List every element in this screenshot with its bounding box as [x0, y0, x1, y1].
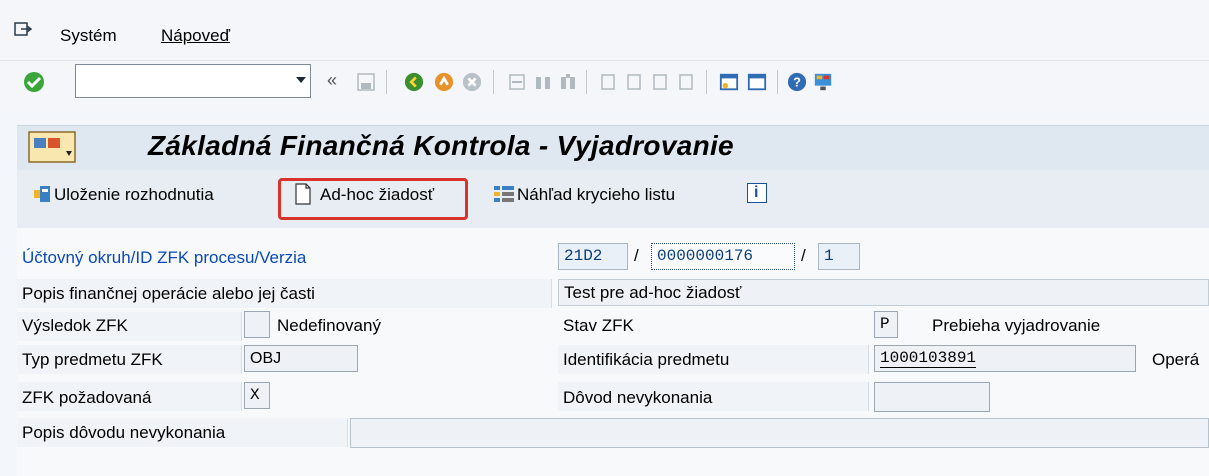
subject-id-label: Identifikácia predmetu: [563, 350, 730, 369]
command-field[interactable]: [75, 64, 311, 98]
separator-slash: /: [801, 246, 806, 265]
toolbar-separator: [386, 70, 387, 94]
process-id-field[interactable]: 0000000176: [651, 243, 795, 270]
description-field[interactable]: Test pre ad-hoc žiadosť: [558, 279, 1209, 306]
status-text: Prebieha vyjadrovanie: [932, 316, 1101, 335]
status-label: Stav ZFK: [563, 316, 634, 335]
first-page-icon[interactable]: [598, 72, 618, 92]
subject-type-label: Typ predmetu ZFK: [22, 350, 163, 369]
save-icon[interactable]: [356, 72, 376, 92]
menu-settings-icon[interactable]: [28, 131, 76, 163]
result-code-field[interactable]: [244, 311, 270, 338]
info-icon: i: [754, 184, 759, 201]
result-text: Nedefinovaný: [277, 316, 381, 335]
operation-label: Operá: [1152, 350, 1200, 369]
svg-text:?: ?: [793, 75, 801, 90]
create-session-icon[interactable]: [718, 72, 740, 92]
previous-page-icon[interactable]: [624, 72, 644, 92]
find-icon[interactable]: [533, 72, 553, 92]
required-field[interactable]: X: [244, 382, 270, 409]
reason-description-field[interactable]: [350, 418, 1209, 448]
help-icon[interactable]: ?: [786, 72, 808, 92]
version-field[interactable]: 1: [818, 243, 860, 270]
toolbar-separator: [706, 70, 707, 94]
result-label: Výsledok ZFK: [22, 316, 128, 335]
description-label: Popis finančnej operácie alebo jej časti: [22, 284, 315, 303]
company-code-field[interactable]: 21D2: [558, 243, 628, 270]
menu-bar: Systém Nápoveď: [0, 0, 1209, 61]
separator-slash: /: [634, 246, 639, 265]
cancel-icon[interactable]: [461, 72, 483, 92]
page-title: Základná Finančná Kontrola - Vyjadrovani…: [148, 130, 734, 161]
exit-icon[interactable]: [433, 72, 455, 92]
toolbar-separator: [777, 70, 778, 94]
status-code-field[interactable]: P: [874, 311, 898, 338]
list-preview-icon: [494, 186, 514, 202]
toolbar-separator: [493, 70, 494, 94]
reason-field[interactable]: [874, 382, 990, 412]
next-page-icon[interactable]: [650, 72, 670, 92]
find-next-icon[interactable]: [558, 72, 578, 92]
adhoc-request-label: Ad-hoc žiadosť: [320, 185, 435, 204]
menu-exit-icon[interactable]: [14, 22, 32, 38]
collapse-toolbar-button[interactable]: «: [327, 70, 337, 90]
print-icon[interactable]: [507, 72, 527, 92]
reason-label: Dôvod nevykonania: [563, 388, 713, 407]
menu-system[interactable]: Systém: [60, 26, 117, 46]
document-icon: [295, 183, 311, 205]
shortcut-icon[interactable]: [746, 72, 768, 92]
subject-type-field[interactable]: OBJ: [244, 345, 358, 372]
customize-layout-icon[interactable]: [812, 72, 834, 92]
menu-help[interactable]: Nápoveď: [161, 26, 230, 46]
subject-id-value: 1000103891: [880, 349, 977, 368]
last-page-icon[interactable]: [676, 72, 696, 92]
back-icon[interactable]: [403, 72, 425, 92]
save-decision-icon: [34, 186, 50, 202]
enter-check-icon[interactable]: [22, 70, 46, 94]
toolbar-separator: [586, 70, 587, 94]
save-decision-label: Uloženie rozhodnutia: [54, 185, 214, 204]
info-button[interactable]: i: [747, 183, 767, 203]
reason-description-label: Popis dôvodu nevykonania: [22, 423, 226, 442]
org-process-label[interactable]: Účtovný okruh/ID ZFK procesu/Verzia: [22, 248, 306, 268]
cover-preview-label: Náhľad krycieho listu: [517, 185, 676, 204]
dropdown-arrow-icon[interactable]: [296, 77, 306, 83]
subject-id-field[interactable]: 1000103891: [874, 345, 1136, 372]
required-label: ZFK požadovaná: [22, 388, 152, 407]
